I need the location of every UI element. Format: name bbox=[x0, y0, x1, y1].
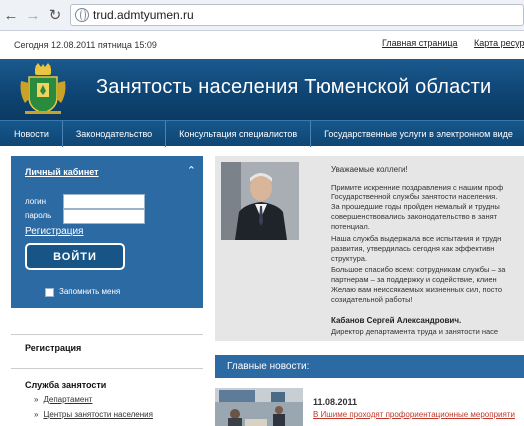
menu-item-legislation[interactable]: Законодательство bbox=[63, 121, 167, 147]
employment-service-heading: Служба занятости bbox=[25, 380, 107, 390]
menu-item-consultation[interactable]: Консультация специалистов bbox=[166, 121, 312, 147]
main-menu: Новости Законодательство Консультация сп… bbox=[0, 120, 524, 147]
registration-heading[interactable]: Регистрация bbox=[25, 343, 81, 353]
login-label: логин bbox=[25, 197, 47, 206]
director-photo bbox=[221, 162, 299, 240]
news-date: 11.08.2011 bbox=[313, 397, 358, 407]
sitemap-link[interactable]: Карта ресур bbox=[474, 38, 524, 48]
bullet-icon: » bbox=[34, 410, 39, 419]
top-bar: Сегодня 12.08.2011 пятница 15:09 Главная… bbox=[0, 31, 524, 59]
greeting-line: структура. bbox=[331, 254, 367, 263]
greeting-line: Желаю вам неиссякаемых жизненных сил, по… bbox=[331, 285, 503, 294]
sidebar-item-employment-centers[interactable]: » Центры занятости населения bbox=[34, 410, 153, 419]
menu-item-news[interactable]: Новости bbox=[0, 121, 63, 147]
divider bbox=[11, 334, 203, 335]
sidebar-item-department[interactable]: » Департамент bbox=[34, 395, 92, 404]
collapse-icon[interactable]: ⌃ bbox=[187, 164, 196, 177]
divider bbox=[11, 368, 203, 369]
greeting-line: Примите искренние поздравления с нашим п… bbox=[331, 183, 504, 192]
site-title: Занятость населения Тюменской области bbox=[96, 76, 492, 98]
register-link[interactable]: Регистрация bbox=[25, 226, 83, 237]
greeting-position: Директор департамента труда и занятости … bbox=[331, 327, 499, 336]
current-date: Сегодня 12.08.2011 пятница 15:09 bbox=[14, 40, 157, 50]
coat-of-arms-icon bbox=[20, 63, 66, 114]
reload-icon[interactable]: ↻ bbox=[44, 4, 66, 26]
sidebar-item-label: Департамент bbox=[43, 395, 93, 404]
greeting-line: Большое спасибо всем: сотрудникам службы… bbox=[331, 265, 506, 274]
site-header: Занятость населения Тюменской области bbox=[0, 59, 524, 120]
greeting-panel: Уважаемые коллеги! Примите искренние поз… bbox=[215, 156, 524, 341]
bullet-icon: » bbox=[34, 395, 39, 404]
greeting-line: развития, утвердилась сегодня как эффект… bbox=[331, 244, 495, 253]
greeting-line: За прошедшие годы пройден немалый и труд… bbox=[331, 202, 500, 211]
url-text: trud.admtyumen.ru bbox=[93, 8, 194, 22]
greeting-line: потенциал. bbox=[331, 222, 370, 231]
personal-cabinet-link[interactable]: Личный кабинет bbox=[25, 167, 99, 177]
remember-checkbox[interactable] bbox=[45, 288, 54, 297]
greeting-signature: Кабанов Сергей Александрович. bbox=[331, 316, 462, 325]
login-panel: Личный кабинет ⌃ логин пароль Регистраци… bbox=[11, 156, 203, 308]
greeting-line: Наша служба выдержала все испытания и тр… bbox=[331, 234, 502, 243]
sidebar-item-label: Центры занятости населения bbox=[43, 410, 153, 419]
news-heading: Главные новости: bbox=[215, 355, 524, 378]
password-label: пароль bbox=[25, 211, 52, 220]
greeting-line: партнерам – за поддержку и содействие, к… bbox=[331, 275, 497, 284]
greeting-line: Государственной службы занятости населен… bbox=[331, 192, 498, 201]
browser-toolbar: ← → ↻ trud.admtyumen.ru bbox=[0, 0, 524, 31]
globe-icon bbox=[75, 8, 89, 22]
classroom-photo-icon bbox=[215, 388, 303, 426]
login-button[interactable]: ВОЙТИ bbox=[25, 243, 125, 270]
remember-label: Запомнить меня bbox=[59, 287, 121, 296]
greeting-line: созидательной работы! bbox=[331, 295, 413, 304]
news-title-link[interactable]: В Ишиме проходят профориентационные меро… bbox=[313, 410, 515, 419]
home-link[interactable]: Главная страница bbox=[382, 38, 458, 48]
address-bar[interactable]: trud.admtyumen.ru bbox=[70, 4, 524, 26]
greeting-line: совершенствовались законодательство в за… bbox=[331, 212, 498, 221]
back-icon[interactable]: ← bbox=[0, 4, 22, 26]
password-input[interactable] bbox=[63, 209, 145, 224]
login-input[interactable] bbox=[63, 194, 145, 209]
person-portrait-icon bbox=[221, 162, 299, 240]
forward-icon[interactable]: → bbox=[22, 4, 44, 26]
menu-item-e-services[interactable]: Государственные услуги в электронном вид… bbox=[311, 121, 524, 147]
greeting-salutation: Уважаемые коллеги! bbox=[331, 165, 408, 174]
news-thumbnail[interactable] bbox=[215, 388, 303, 426]
